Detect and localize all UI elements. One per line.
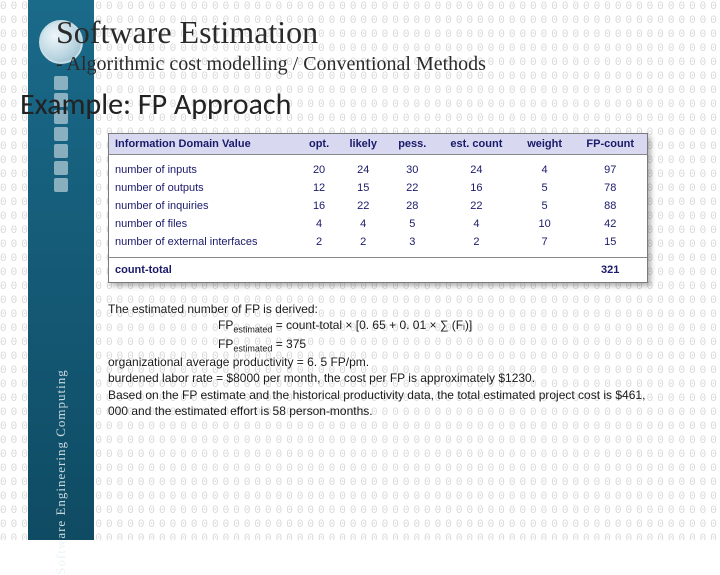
cell: 97 bbox=[573, 161, 647, 179]
col-header: opt. bbox=[299, 134, 339, 155]
cell: 4 bbox=[339, 215, 388, 233]
cell: 3 bbox=[388, 233, 437, 251]
cell: 42 bbox=[573, 215, 647, 233]
col-header: FP-count bbox=[573, 134, 647, 155]
table-footer-row: count-total 321 bbox=[109, 258, 647, 283]
cell: 24 bbox=[339, 161, 388, 179]
slide-subtitle: - Algorithmic cost modelling / Conventio… bbox=[56, 53, 694, 76]
table-row: number of external interfaces2232715 bbox=[109, 233, 647, 251]
col-header: pess. bbox=[388, 134, 437, 155]
text-line: The estimated number of FP is derived: bbox=[108, 301, 664, 317]
cell: 20 bbox=[299, 161, 339, 179]
text-line: organizational average productivity = 6.… bbox=[108, 354, 664, 370]
cell: 16 bbox=[299, 197, 339, 215]
cell: 2 bbox=[339, 233, 388, 251]
explanation-text: The estimated number of FP is derived: F… bbox=[108, 301, 664, 419]
text-line: Based on the FP estimate and the histori… bbox=[108, 387, 664, 419]
cell: 22 bbox=[437, 197, 516, 215]
col-header: likely bbox=[339, 134, 388, 155]
table-header-row: Information Domain Value opt. likely pes… bbox=[109, 134, 647, 155]
table-row: number of files44541042 bbox=[109, 215, 647, 233]
cell: 2 bbox=[299, 233, 339, 251]
cell: 16 bbox=[437, 179, 516, 197]
cell: 22 bbox=[388, 179, 437, 197]
cell: number of inquiries bbox=[109, 197, 299, 215]
cell: 28 bbox=[388, 197, 437, 215]
cell: 5 bbox=[516, 179, 574, 197]
col-header: Information Domain Value bbox=[109, 134, 299, 155]
table-row: number of inputs20243024497 bbox=[109, 161, 647, 179]
cell: 4 bbox=[437, 215, 516, 233]
total-label: count-total bbox=[109, 258, 573, 283]
cell: number of outputs bbox=[109, 179, 299, 197]
cell: 12 bbox=[299, 179, 339, 197]
col-header: est. count bbox=[437, 134, 516, 155]
cell: number of inputs bbox=[109, 161, 299, 179]
cell: 88 bbox=[573, 197, 647, 215]
cell: number of external interfaces bbox=[109, 233, 299, 251]
cell: 15 bbox=[573, 233, 647, 251]
formula-line: FPestimated = 375 bbox=[218, 336, 664, 355]
formula-line: FPestimated = count-total × [0. 65 + 0. … bbox=[218, 317, 664, 336]
cell: 78 bbox=[573, 179, 647, 197]
cell: 7 bbox=[516, 233, 574, 251]
total-value: 321 bbox=[573, 258, 647, 283]
cell: 22 bbox=[339, 197, 388, 215]
cell: 4 bbox=[299, 215, 339, 233]
cell: 24 bbox=[437, 161, 516, 179]
section-heading: Example: FP Approach bbox=[20, 86, 694, 123]
cell: 2 bbox=[437, 233, 516, 251]
fp-table: Information Domain Value opt. likely pes… bbox=[108, 133, 648, 283]
text-line: burdened labor rate = $8000 per month, t… bbox=[108, 370, 664, 386]
cell: number of files bbox=[109, 215, 299, 233]
slide-content: Software Estimation - Algorithmic cost m… bbox=[0, 0, 720, 419]
cell: 4 bbox=[516, 161, 574, 179]
cell: 5 bbox=[388, 215, 437, 233]
table-row: number of outputs12152216578 bbox=[109, 179, 647, 197]
cell: 30 bbox=[388, 161, 437, 179]
slide-title: Software Estimation bbox=[56, 14, 694, 51]
cell: 10 bbox=[516, 215, 574, 233]
col-header: weight bbox=[516, 134, 574, 155]
table-row: number of inquiries16222822588 bbox=[109, 197, 647, 215]
cell: 15 bbox=[339, 179, 388, 197]
cell: 5 bbox=[516, 197, 574, 215]
